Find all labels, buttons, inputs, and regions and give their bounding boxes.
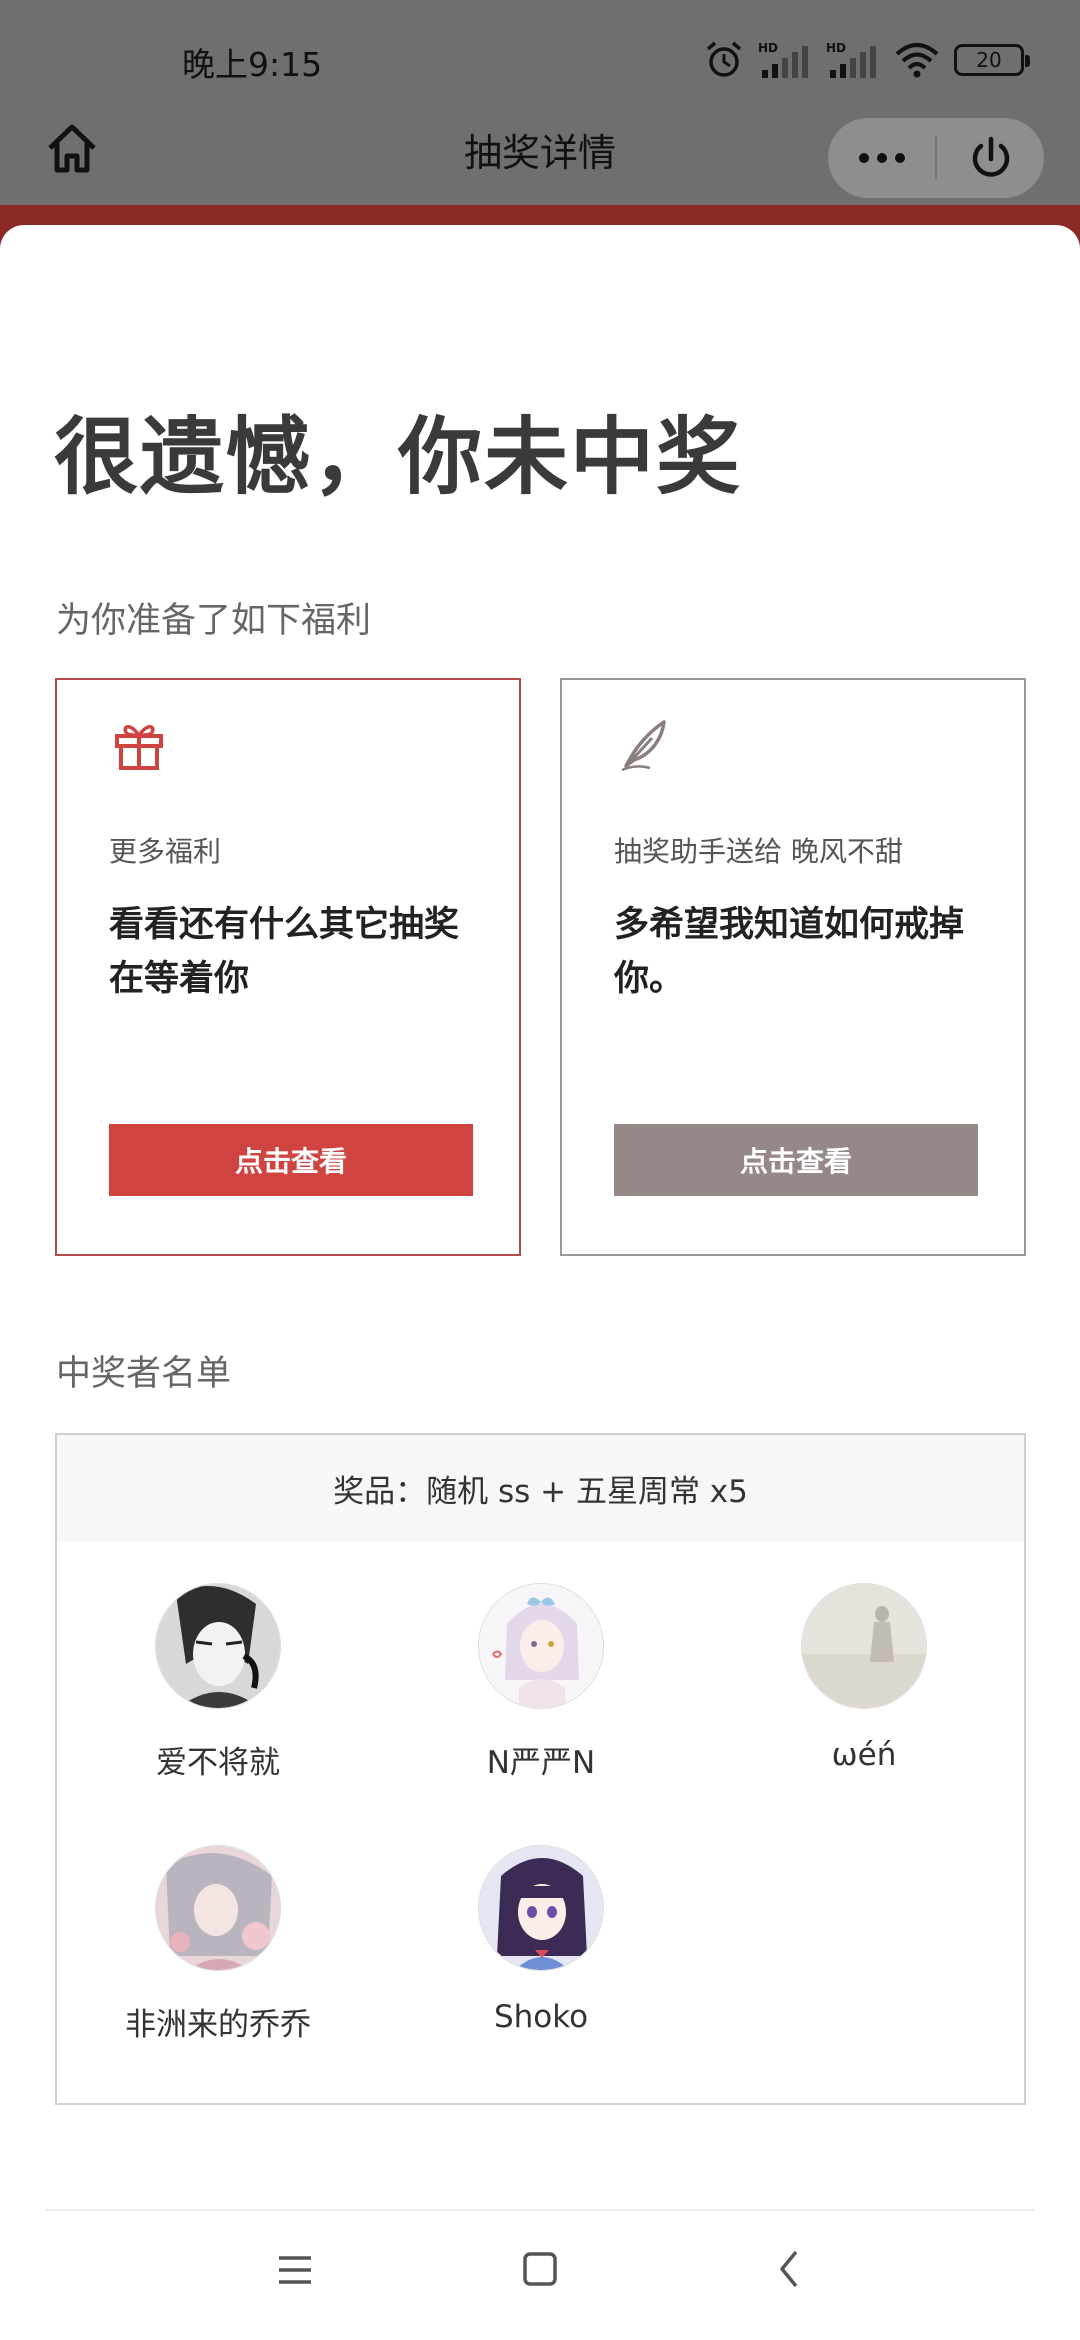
mini-program-nav-bar: 抽奖详情 — [0, 110, 1080, 220]
status-bar: 晚上9:15 HD HD 20 — [0, 0, 1080, 120]
more-benefits-card: 更多福利 看看还有什么其它抽奖在等着你 点击查看 — [55, 678, 521, 1256]
system-navigation-bar — [0, 2240, 1080, 2320]
winners-label: 中奖者名单 — [56, 1354, 232, 1394]
winner-name: N严严N — [486, 1745, 596, 1781]
battery-icon: 20 — [954, 44, 1030, 76]
view-message-button[interactable]: 点击查看 — [614, 1124, 978, 1196]
hd-signal-icon: HD — [826, 41, 876, 78]
back-icon[interactable] — [760, 2240, 820, 2300]
winner-name: 爱不将就 — [156, 1745, 280, 1781]
svg-text:HD: HD — [758, 41, 778, 55]
menu-icon[interactable] — [265, 2240, 325, 2300]
winner-item[interactable]: 爱不将就 — [68, 1583, 368, 1782]
result-headline: 很遗憾，你未中奖 — [54, 407, 743, 506]
battery-level: 20 — [976, 48, 1002, 72]
feather-icon — [621, 720, 666, 772]
prize-info: 奖品：随机 ss + 五星周常 x5 — [57, 1435, 1024, 1541]
avatar — [478, 1583, 604, 1709]
card-message: 多希望我知道如何戒掉你。 — [614, 905, 965, 999]
card-subtitle: 抽奖助手送给 晚风不甜 — [614, 835, 903, 868]
winner-name: 非洲来的乔乔 — [125, 2007, 311, 2043]
mini-program-capsule — [828, 118, 1044, 198]
winner-item[interactable]: 非洲来的乔乔 — [68, 1845, 368, 2044]
winner-item[interactable]: Shoko — [391, 1845, 691, 2035]
bottom-divider — [45, 2209, 1035, 2211]
assistant-message-card: 抽奖助手送给 晚风不甜 多希望我知道如何戒掉你。 点击查看 — [560, 678, 1026, 1256]
alarm-icon — [706, 41, 742, 77]
avatar — [155, 1583, 281, 1709]
benefits-label: 为你准备了如下福利 — [56, 601, 372, 641]
card-message: 看看还有什么其它抽奖在等着你 — [109, 905, 460, 999]
winner-name: Shoko — [493, 1999, 589, 2035]
home-square-icon[interactable] — [510, 2240, 570, 2300]
wifi-icon — [895, 43, 939, 78]
status-icons: HD HD 20 — [704, 36, 1030, 84]
avatar — [801, 1583, 927, 1709]
svg-text:HD: HD — [826, 41, 846, 55]
card-subtitle: 更多福利 — [109, 835, 222, 868]
avatar — [478, 1845, 604, 1971]
winners-list: 奖品：随机 ss + 五星周常 x5 爱不将就 N严严N ωéń 非洲来的乔乔 … — [55, 1433, 1026, 2105]
more-dots-icon — [858, 153, 905, 163]
hd-signal-icon: HD — [758, 41, 808, 78]
avatar — [155, 1845, 281, 1971]
view-more-lotteries-button[interactable]: 点击查看 — [109, 1124, 473, 1196]
winner-name: ωéń — [831, 1737, 897, 1773]
gift-icon — [115, 725, 163, 770]
more-button[interactable] — [828, 118, 935, 198]
status-time: 晚上9:15 — [182, 45, 323, 84]
power-icon — [972, 136, 1009, 177]
close-button[interactable] — [937, 118, 1044, 198]
winner-item[interactable]: ωéń — [714, 1583, 1014, 1773]
result-sheet: 很遗憾，你未中奖 为你准备了如下福利 更多福利 看看还有什么其它抽奖在等着你 点… — [0, 225, 1080, 2340]
winner-item[interactable]: N严严N — [391, 1583, 691, 1782]
